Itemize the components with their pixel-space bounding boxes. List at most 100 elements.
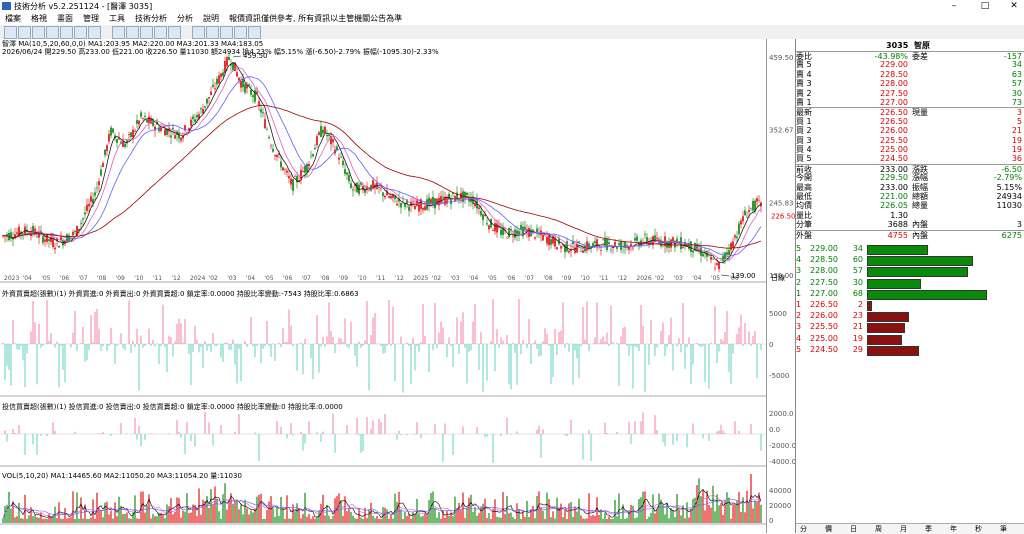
date-tick: '02 [655,275,664,282]
period-tabs: 分價日周月季年秒筆 [796,523,1024,534]
close-button[interactable]: ✕ [1004,0,1024,12]
candle-body [546,236,548,244]
candle-body [542,234,544,241]
ma3-line [2,76,762,257]
candle-body [430,199,432,203]
date-tick: '02 [432,275,441,282]
menu-item-3[interactable]: 管理 [78,12,104,25]
depth-row: 3 225.50 21 [796,322,1024,334]
text-icon[interactable] [220,26,233,39]
depth-level: 5 [796,344,802,354]
candle-body [286,170,288,173]
minimize-button[interactable]: – [944,0,964,12]
candle-body [732,241,734,248]
candle-body [382,192,384,197]
candle-body [380,188,382,190]
depth-level: 2 [796,311,802,321]
candle-body [534,237,536,239]
menu-item-5[interactable]: 技術分析 [130,12,172,25]
line-tool-icon[interactable] [154,26,167,39]
chart-svg[interactable]: 459.50 352.67 245.83 139.00 226.50 2023 '04 '05… [0,39,795,533]
candle-body [508,227,510,238]
candle-body [228,57,230,60]
candle-body [676,238,678,242]
candle-body [44,239,46,242]
circle-icon[interactable] [206,26,219,39]
candle-body [594,241,596,244]
candle-body [608,242,610,245]
candle-body [478,207,480,210]
quote-row: 今開 229.50 漲幅 -2.79% [796,173,1024,182]
date-tick: '04 [246,275,255,282]
line-icon[interactable] [88,26,101,39]
date-tick: '04 [469,275,478,282]
candle-body [244,84,246,93]
candle-body [220,73,222,77]
candle-body [758,199,760,201]
high-label: 459.50 [243,52,268,60]
menu-item-0[interactable]: 檔案 [0,12,26,25]
candle-body [262,112,264,114]
candle-body [272,148,274,152]
quote-label: 賣 3 [796,79,812,89]
candle-body [318,132,320,135]
candle-body [218,75,220,84]
save-icon[interactable] [248,26,261,39]
candle-body [320,126,322,137]
date-tick: '12 [618,275,627,282]
quote-label: 賣 1 [796,98,812,107]
candle-body [474,202,476,206]
candle-icon[interactable] [74,26,87,39]
candle-body [532,229,534,231]
quote-value: 227.00 [880,98,908,107]
date-tick: '03 [450,275,459,282]
date-tick: '11 [376,275,385,282]
candle-body [302,171,304,172]
chart-icon[interactable] [46,26,59,39]
chart-area[interactable]: 智澤 MA(10,5,20,60,0,0) MA1:203.95 MA2:220… [0,39,796,533]
menu-item-8[interactable]: 報價資訊僅供參考, 所有資訊以主管機關公告為準 [224,12,407,25]
candle-body [400,203,402,208]
maximize-button[interactable]: □ [975,0,995,12]
quote-row: 分筆 3688 內盤 3 [796,220,1024,229]
candle-body [396,203,398,206]
color-icon[interactable] [234,26,247,39]
arrow-icon[interactable] [192,26,205,39]
add-icon[interactable] [4,26,17,39]
ray-icon[interactable] [168,26,181,39]
bar-icon[interactable] [60,26,73,39]
candle-body [536,228,538,233]
zoom-icon[interactable] [112,26,125,39]
menu-item-7[interactable]: 說明 [198,12,224,25]
menu-item-1[interactable]: 格視 [26,12,52,25]
candle-body [194,119,196,122]
quote-value2: 57 [1011,79,1022,89]
quote-label: 均價 [796,201,812,211]
depth-level: 4 [796,333,802,343]
depth-price: 229.00 [810,244,838,253]
grid-icon[interactable] [32,26,45,39]
candle-body [306,163,308,173]
quote-row: 外盤 4755 內盤 6275 [796,229,1024,240]
candle-body [726,252,728,255]
date-tick: 2024 [190,275,205,282]
menu-item-2[interactable]: 畫面 [52,12,78,25]
candle-body [74,231,76,233]
candle-body [138,120,140,125]
candle-body [204,106,206,108]
candle-body [246,85,248,89]
depth-level: 5 [796,244,802,253]
cross-icon[interactable] [18,26,31,39]
quote-row: 賣 3 228.00 57 [796,79,1024,88]
candle-body [214,88,216,90]
quote-label: 分筆 [796,220,812,230]
window-icon[interactable] [126,26,139,39]
quote-label2: 振幅 [912,182,928,192]
candle-body [550,239,552,245]
menu-item-6[interactable]: 分析 [172,12,198,25]
candle-body [418,204,420,212]
menu-item-4[interactable]: 工具 [104,12,130,25]
depth-bar [867,345,920,356]
quote-row: 均價 226.05 總量 11030 [796,201,1024,210]
pen-icon[interactable] [140,26,153,39]
